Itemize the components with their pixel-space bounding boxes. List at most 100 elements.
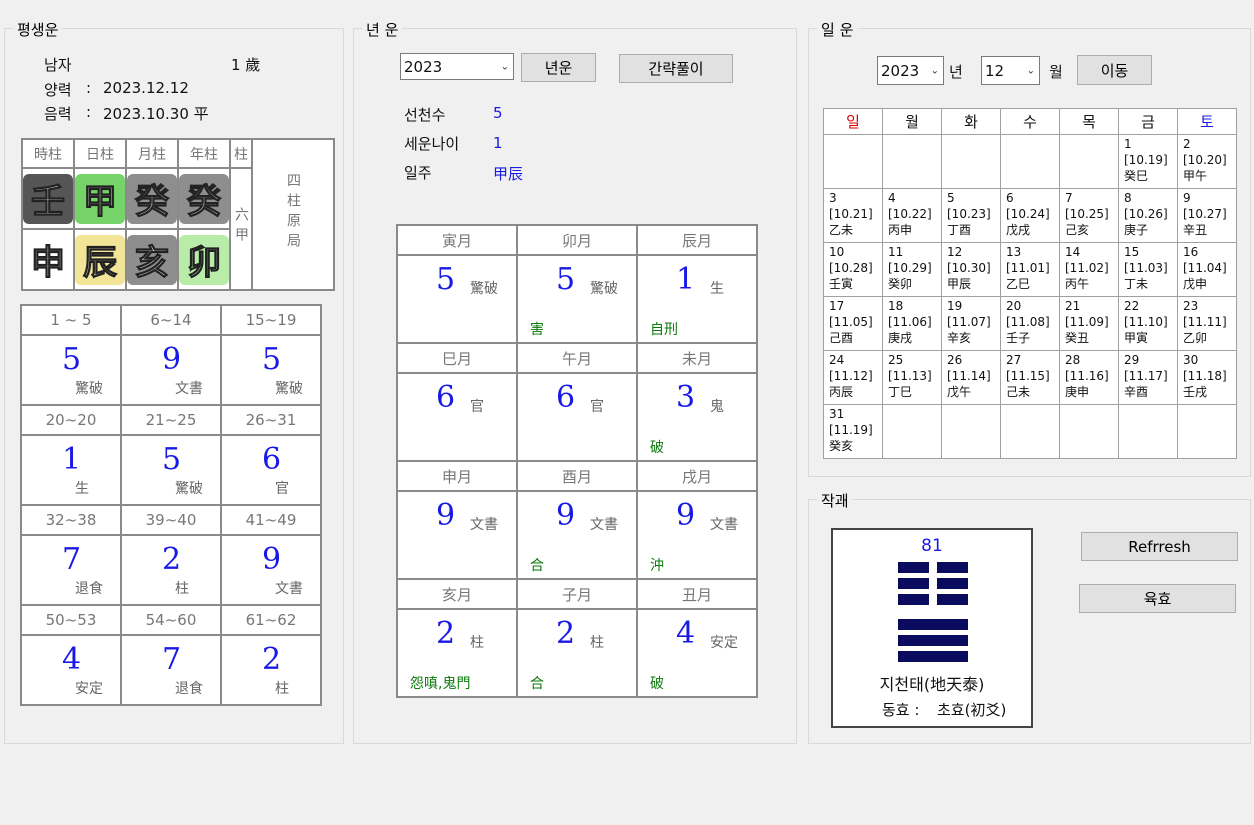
period-cell: 5 驚破 [20, 334, 122, 406]
calendar-day-cell[interactable]: 16 [11.04] 戊申 [1177, 242, 1237, 297]
calendar-day-cell[interactable]: 10 [10.28] 壬寅 [823, 242, 883, 297]
calendar-day-cell[interactable]: 5 [10.23] 丁酉 [941, 188, 1001, 243]
day-number: 27 [1006, 353, 1022, 367]
day-number: 16 [1183, 245, 1199, 259]
year-unit-label: 년 [949, 63, 963, 81]
month-name: 巳月 [396, 342, 518, 374]
period-range: 26~31 [220, 404, 322, 436]
month-cell: 2 柱怨嗔,鬼門 [396, 608, 518, 698]
calendar-day-cell[interactable]: 21 [11.09] 癸丑 [1059, 296, 1119, 351]
period-cell: 9 文書 [120, 334, 222, 406]
weekday-header: 화 [941, 108, 1001, 135]
day-number: 15 [1124, 245, 1140, 259]
daily-month-select[interactable]: 12 ⌄ [981, 56, 1040, 85]
day-number: 19 [947, 299, 963, 313]
calendar-day-cell[interactable]: 7 [10.25] 己亥 [1059, 188, 1119, 243]
lunar-date: [11.04] [1183, 261, 1227, 275]
calendar-day-cell[interactable]: 23 [11.11] 乙卯 [1177, 296, 1237, 351]
calendar-day-cell[interactable]: 1 [10.19] 癸巳 [1118, 134, 1178, 189]
calendar-day-cell[interactable]: 13 [11.01] 乙巳 [1000, 242, 1060, 297]
month-number: 2 [556, 616, 576, 651]
calendar-day-cell[interactable]: 4 [10.22] 丙申 [882, 188, 942, 243]
month-relation-note: 破 [650, 440, 664, 456]
stem-hour: 壬 [23, 173, 73, 224]
month-relation-note: 怨嗔,鬼門 [410, 676, 471, 692]
calendar-day-cell[interactable]: 9 [10.27] 辛丑 [1177, 188, 1237, 243]
period-meaning: 文書 [175, 381, 203, 397]
lunar-date: [10.22] [888, 207, 932, 221]
calendar-day-cell[interactable]: 6 [10.24] 戊戌 [1000, 188, 1060, 243]
yukhyo-button[interactable]: 육효 [1079, 584, 1236, 613]
calendar-day-cell[interactable]: 29 [11.17] 辛酉 [1118, 350, 1178, 405]
innate-number-value: 5 [493, 104, 503, 122]
day-number: 10 [829, 245, 845, 259]
day-number: 11 [888, 245, 904, 259]
period-cell: 6官 [220, 434, 322, 506]
month-name: 亥月 [396, 578, 518, 610]
month-relation-note: 自刑 [650, 322, 678, 338]
calendar-day-cell[interactable]: 18 [11.06] 庚戌 [882, 296, 942, 351]
calendar-day-cell[interactable]: 22 [11.10] 甲寅 [1118, 296, 1178, 351]
day-number: 17 [829, 299, 845, 313]
month-number: 5 [556, 262, 576, 297]
month-relation-note: 合 [530, 558, 544, 574]
calendar-empty-cell [1000, 404, 1060, 459]
month-meaning: 文書 [470, 517, 498, 533]
calendar-day-cell[interactable]: 17 [11.05] 己酉 [823, 296, 883, 351]
day-number: 18 [888, 299, 904, 313]
weekday-header: 월 [882, 108, 942, 135]
month-name: 未月 [636, 342, 758, 374]
lunar-date: [10.23] [947, 207, 991, 221]
period-range: 50~53 [20, 604, 122, 636]
month-name: 子月 [516, 578, 638, 610]
calendar-day-cell[interactable]: 8 [10.26] 庚子 [1118, 188, 1178, 243]
day-ganji: 庚戌 [888, 331, 913, 345]
day-number: 23 [1183, 299, 1199, 313]
day-number: 2 [1183, 137, 1191, 151]
four-pillars-table: 時柱 日柱 月柱 年柱 柱 四柱原局 壬 甲 癸 癸 六甲 申 辰 亥 卯 [21, 138, 335, 291]
calendar-day-cell[interactable]: 20 [11.08] 壬子 [1000, 296, 1060, 351]
calendar-day-cell[interactable]: 31 [11.19] 癸亥 [823, 404, 883, 459]
hexagram-number: 81 [921, 536, 943, 556]
day-ganji: 丁酉 [947, 223, 972, 237]
year-select-value: 2023 [404, 57, 443, 76]
lunar-date: [11.14] [947, 369, 991, 383]
daily-year-select[interactable]: 2023 ⌄ [877, 56, 944, 85]
calendar-empty-cell [1177, 404, 1237, 459]
lunar-date: [11.18] [1183, 369, 1227, 383]
yearly-fortune-button[interactable]: 년운 [521, 53, 596, 82]
day-number: 25 [888, 353, 904, 367]
calendar-day-cell[interactable]: 11 [10.29] 癸卯 [882, 242, 942, 297]
lunar-date: [11.19] [829, 423, 873, 437]
calendar-day-cell[interactable]: 3 [10.21] 乙未 [823, 188, 883, 243]
month-number: 2 [436, 616, 456, 651]
period-range: 41~49 [220, 504, 322, 536]
calendar-day-cell[interactable]: 30 [11.18] 壬戌 [1177, 350, 1237, 405]
calendar-day-cell[interactable]: 24 [11.12] 丙辰 [823, 350, 883, 405]
year-select[interactable]: 2023 ⌄ [400, 53, 514, 80]
day-ganji: 癸卯 [888, 277, 913, 291]
yin-line [898, 562, 968, 573]
calendar-day-cell[interactable]: 2 [10.20] 甲午 [1177, 134, 1237, 189]
hexagram-name: 지천태(地天泰) [879, 675, 985, 694]
calendar-day-cell[interactable]: 15 [11.03] 丁未 [1118, 242, 1178, 297]
period-number: 7 [62, 542, 82, 577]
stem-cell-year: 癸 [177, 167, 231, 230]
calendar-day-cell[interactable]: 26 [11.14] 戊午 [941, 350, 1001, 405]
period-meaning: 柱 [175, 581, 189, 597]
period-meaning: 驚破 [175, 481, 203, 497]
brief-interpretation-button[interactable]: 간략풀이 [619, 54, 733, 83]
calendar-day-cell[interactable]: 19 [11.07] 辛亥 [941, 296, 1001, 351]
calendar-day-cell[interactable]: 27 [11.15] 己未 [1000, 350, 1060, 405]
refresh-button[interactable]: Refrresh [1081, 532, 1238, 561]
month-cell: 5 驚破 [396, 254, 518, 344]
calendar-day-cell[interactable]: 25 [11.13] 丁巳 [882, 350, 942, 405]
calendar-day-cell[interactable]: 12 [10.30] 甲辰 [941, 242, 1001, 297]
branch-cell-hour: 申 [21, 228, 75, 291]
lunar-date: [11.15] [1006, 369, 1050, 383]
calendar-day-cell[interactable]: 14 [11.02] 丙午 [1059, 242, 1119, 297]
period-number: 9 [162, 342, 182, 377]
move-button[interactable]: 이동 [1077, 55, 1152, 85]
day-ganji: 丁巳 [888, 385, 913, 399]
calendar-day-cell[interactable]: 28 [11.16] 庚申 [1059, 350, 1119, 405]
